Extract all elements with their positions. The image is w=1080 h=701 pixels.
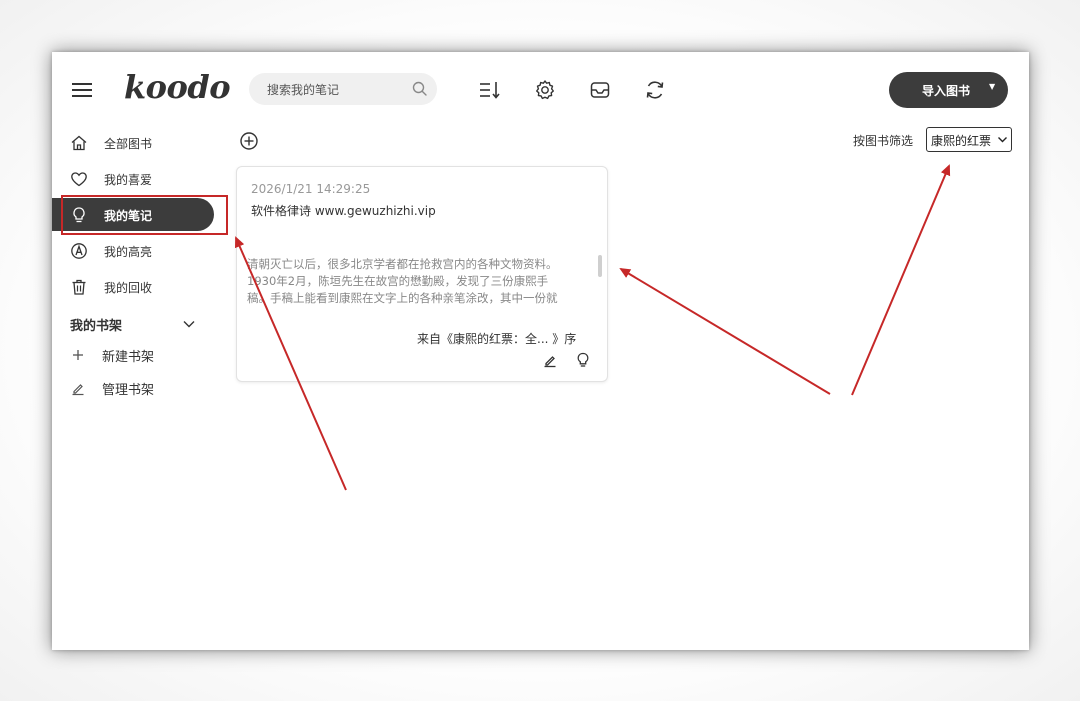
note-card[interactable]: 2026/1/21 14:29:25 软件格律诗 www.gewuzhizhi.… (236, 166, 608, 382)
manage-shelf-button[interactable]: 管理书架 (52, 374, 214, 402)
pencil-icon (72, 384, 84, 396)
gear-icon[interactable] (533, 78, 557, 102)
menu-icon[interactable] (72, 82, 92, 98)
sidebar-item-highlights[interactable]: 我的高亮 (52, 234, 214, 267)
sidebar-item-trash[interactable]: 我的回收 (52, 270, 214, 303)
new-shelf-button[interactable]: 新建书架 (52, 341, 214, 369)
pencil-icon[interactable] (542, 352, 558, 368)
note-source: 来自《康熙的红票：全... 》序 (417, 332, 577, 346)
note-excerpt-line: 1930年2月，陈垣先生在故宫的懋勤殿，发现了三份康熙手 (247, 274, 549, 288)
screenshot-background: koodo 搜索我的笔记 导入图书 ▼ 全部图书 我的喜爱 我的笔记 我的高亮 … (0, 0, 1080, 701)
app-logo: koodo (124, 68, 231, 106)
shelf-section-title: 我的书架 (70, 319, 123, 334)
search-icon[interactable] (411, 80, 429, 98)
note-excerpt-line: 稿。手稿上能看到康熙在文字上的各种亲笔涂改，其中一份就 (247, 291, 558, 305)
sidebar-item-notes[interactable]: 我的笔记 (52, 198, 214, 231)
chevron-down-icon (998, 137, 1007, 143)
sort-icon[interactable] (477, 78, 501, 102)
caret-down-icon[interactable]: ▼ (989, 82, 995, 91)
note-excerpt-line: 清朝灭亡以后，很多北京学者都在抢救宫内的各种文物资料。 (247, 257, 558, 271)
plus-icon (73, 350, 83, 360)
add-circle-icon[interactable] (239, 131, 259, 151)
inbox-icon[interactable] (588, 78, 612, 102)
note-excerpt: 清朝灭亡以后，很多北京学者都在抢救宫内的各种文物资料。 1930年2月，陈垣先生… (247, 256, 593, 307)
search-bar (249, 73, 437, 105)
book-filter-value: 康熙的红票 (931, 134, 992, 148)
trash-icon (72, 279, 86, 295)
note-date: 2026/1/21 14:29:25 (251, 182, 371, 196)
filter-label: 按图书筛选 (853, 134, 914, 148)
highlighter-icon (71, 243, 87, 259)
lightbulb-icon[interactable] (575, 352, 591, 368)
sidebar-item-favorites[interactable]: 我的喜爱 (52, 162, 214, 195)
lightbulb-icon (73, 207, 85, 223)
search-input[interactable] (265, 79, 409, 101)
book-filter-select[interactable]: 康熙的红票 (926, 127, 1012, 152)
chevron-down-icon[interactable] (182, 317, 196, 331)
sync-icon[interactable] (643, 78, 667, 102)
sidebar-item-all-books[interactable]: 全部图书 (52, 126, 214, 159)
heart-icon (71, 172, 87, 187)
import-books-button[interactable]: 导入图书 ▼ (889, 72, 1008, 108)
app-window: koodo 搜索我的笔记 导入图书 ▼ 全部图书 我的喜爱 我的笔记 我的高亮 … (52, 52, 1029, 650)
home-icon (71, 135, 87, 151)
note-title: 软件格律诗 www.gewuzhizhi.vip (251, 204, 436, 218)
note-scrollbar[interactable] (598, 255, 602, 277)
